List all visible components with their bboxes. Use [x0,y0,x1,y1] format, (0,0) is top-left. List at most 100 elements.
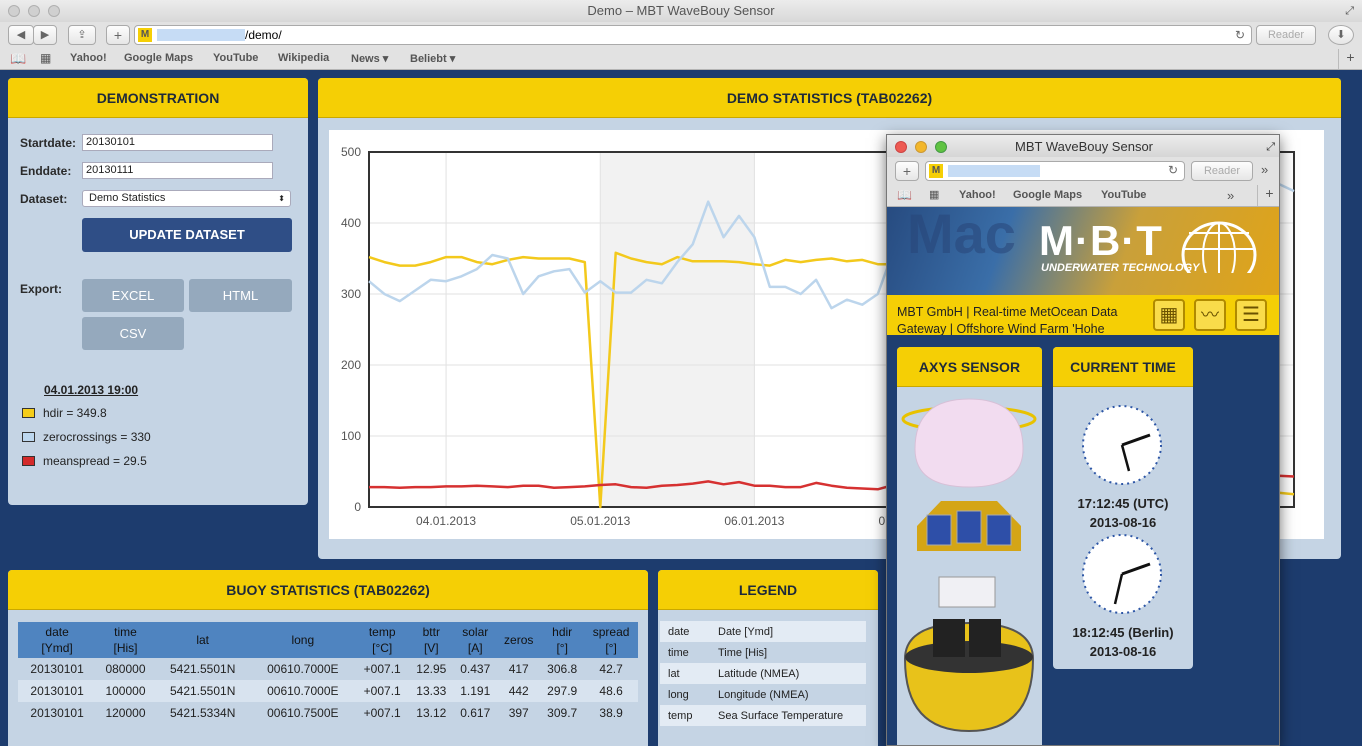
popup-new-tab-button[interactable]: + [895,161,919,181]
legend-table: date Date [Ymd] time Time [His] lat Latitude … [660,621,866,726]
col-zeros[interactable]: zeros [497,622,541,658]
col-time[interactable]: time [His] [96,622,155,658]
address-bar[interactable]: M /demo/ ↻ [134,25,1252,45]
new-tab-button[interactable]: + [106,25,130,45]
y-tick-label: 400 [341,216,361,230]
popup-bookmark-yahoo[interactable]: Yahoo! [959,189,996,201]
bookmark-beliebt[interactable]: Beliebt ▾ [410,52,455,65]
popup-add-tab-icon[interactable]: + [1257,185,1279,206]
add-tab-icon[interactable]: + [1338,49,1362,69]
legend-description: Longitude (NMEA) [718,688,809,701]
popup-reader-button[interactable]: Reader [1191,161,1253,181]
url-path: /demo/ [245,28,282,42]
legend-description: Latitude (NMEA) [710,663,866,684]
table-cell: 38.9 [599,706,623,720]
col-temp[interactable]: temp [°C] [355,622,410,658]
table-cell: 306.8 [547,662,578,676]
bookmark-yahoo[interactable]: Yahoo! [70,52,107,64]
top-sites-icon[interactable]: ▦ [40,51,51,65]
col-date[interactable]: date [Ymd] [18,622,97,658]
axys-sensor-title: AXYS SENSOR [897,347,1042,387]
table-cell: +007.1 [363,662,401,676]
export-csv-button[interactable]: CSV [82,317,184,350]
chart-view-icon[interactable]: 〰 [1194,299,1226,331]
x-tick-label: 05.01.2013 [570,514,630,528]
col-solar[interactable]: solar [A] [453,622,498,658]
meanspread-swatch [22,456,35,466]
downloads-icon[interactable]: ⬇ [1328,25,1354,45]
grid-view-icon[interactable]: ▦ [1153,299,1185,331]
table-cell: 442 [497,680,541,702]
buoy-statistics-title: BUOY STATISTICS (TAB02262) [8,570,648,610]
table-row[interactable]: 20130101 100000 5421.5501N 00610.7000E +007.… [18,680,638,702]
browser-toolbar: ◀ ▶ ⇪ + M /demo/ ↻ Reader ⬇ [0,22,1362,48]
popup-fullscreen-icon[interactable]: ⤢ [1266,135,1275,159]
minimize-window-button[interactable] [28,5,40,17]
legend-panel: LEGEND date Date [Ymd] time Time [His] lat La… [658,570,878,746]
popup-close-button[interactable] [895,141,907,153]
favicon-icon: M [138,28,152,42]
col-hdir[interactable]: hdir [°] [540,622,585,658]
popup-zoom-button[interactable] [935,141,947,153]
popup-titlebar: MBT WaveBouy Sensor ⤢ [887,135,1279,159]
popup-bookmark-youtube[interactable]: YouTube [1101,189,1146,201]
zoom-window-button[interactable] [48,5,60,17]
reader-button[interactable]: Reader [1256,25,1316,45]
legend-description: Sea Surface Temperature [710,705,866,726]
berlin-clock-icon [1082,534,1162,614]
reading-list-icon[interactable]: 📖 [10,51,26,67]
popup-bookmarks-more-icon[interactable]: » [1227,188,1234,203]
bookmark-wikipedia[interactable]: Wikipedia [278,52,329,64]
table-cell: 5421.5501N [154,680,251,702]
dataset-select[interactable]: Demo Statistics ⬍ [82,190,291,207]
update-dataset-button[interactable]: UPDATE DATASET [82,218,292,252]
popup-top-sites-icon[interactable]: ▦ [929,188,939,201]
popup-address-bar[interactable]: M ↻ [925,161,1185,181]
col-spread[interactable]: spread [°] [584,622,638,658]
buoy-statistics-panel: BUOY STATISTICS (TAB02262) date [Ymd] tim… [8,570,648,746]
bookmark-google-maps[interactable]: Google Maps [124,52,193,64]
fullscreen-icon[interactable]: ⤢ [1345,0,1354,22]
col-bttr[interactable]: bttr [V] [409,622,454,658]
bookmark-news[interactable]: News ▾ [351,52,388,65]
table-row[interactable]: 20130101 080000 5421.5501N 00610.7000E +007.… [18,658,638,680]
share-button[interactable]: ⇪ [68,25,96,45]
close-window-button[interactable] [8,5,20,17]
table-view-icon[interactable]: ☰ [1235,299,1267,331]
enddate-input[interactable]: 20130111 [82,162,273,179]
col-lat[interactable]: lat [154,622,251,658]
col-long[interactable]: long [250,622,356,658]
table-cell: 309.7 [547,706,578,720]
table-cell: 5421.5334N [169,706,236,720]
popup-minimize-button[interactable] [915,141,927,153]
popup-bookmark-google-maps[interactable]: Google Maps [1013,189,1082,201]
forward-button[interactable]: ▶ [33,25,57,45]
table-cell: 12.95 [416,662,447,676]
popup-bookmarks-bar: 📖 ▦ Yahoo! Google Maps YouTube » + [887,185,1279,207]
popup-more-icon[interactable]: » [1261,162,1268,177]
table-cell: 00610.7000E [250,680,356,702]
reload-icon[interactable]: ↻ [1235,26,1245,44]
window-title: Demo – MBT WaveBouy Sensor [587,3,775,18]
table-cell: 1.191 [453,680,498,702]
mbt-banner: Mac M·B·T UNDERWATER TECHNOLOGY [887,207,1279,295]
popup-toolbar: + M ↻ Reader » [887,157,1279,185]
y-tick-label: 500 [341,145,361,159]
export-html-button[interactable]: HTML [189,279,292,312]
cursor-timestamp: 04.01.2013 19:00 [44,383,139,397]
export-excel-button[interactable]: EXCEL [82,279,184,312]
legend-row: time Time [His] [660,642,866,663]
legend-key: long [668,688,689,701]
zerocrossings-swatch [22,432,35,442]
table-header-row: date [Ymd] time [His] lat long temp [°C] bt… [18,622,638,658]
table-cell: 13.12 [416,706,447,720]
popup-reload-icon[interactable]: ↻ [1168,163,1178,177]
startdate-input[interactable]: 20130101 [82,134,273,151]
back-button[interactable]: ◀ [8,25,34,45]
popup-reading-list-icon[interactable]: 📖 [897,188,912,202]
table-row[interactable]: 20130101 120000 5421.5334N 00610.7500E +007.… [18,702,638,724]
globe-logo-icon [1181,221,1257,273]
select-arrows-icon: ⬍ [278,194,285,203]
bookmark-youtube[interactable]: YouTube [213,52,258,64]
table-cell: 120000 [105,706,146,720]
